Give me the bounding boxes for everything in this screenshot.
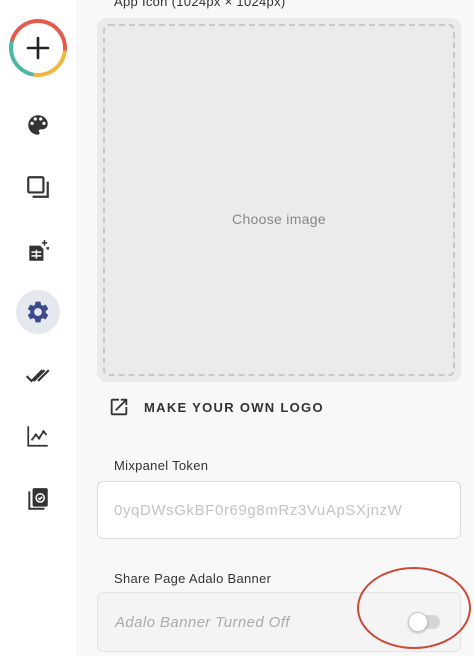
sidebar-item-settings[interactable] [16,290,60,334]
make-logo-label: MAKE YOUR OWN LOGO [144,399,324,415]
mixpanel-label: Mixpanel Token [114,458,209,473]
banner-toggle[interactable] [408,612,440,632]
screens-icon [27,176,49,198]
sidebar-item-database[interactable] [16,229,60,273]
add-button[interactable] [9,19,67,77]
banner-status-text: Adalo Banner Turned Off [115,614,290,631]
sidebar [0,0,78,656]
sidebar-item-branding[interactable] [16,103,60,147]
mixpanel-token-input[interactable] [97,481,461,539]
sidebar-item-analytics[interactable] [16,414,60,458]
database-icon [29,240,50,261]
add-icon [13,23,63,73]
palette-icon [28,115,48,135]
sidebar-item-screens[interactable] [16,165,60,209]
share-banner-label: Share Page Adalo Banner [114,571,272,586]
external-link-icon [110,398,128,416]
toggle-knob [408,612,428,632]
double-check-icon [25,369,50,383]
app-icon-label: App Icon (1024px × 1024px) [114,0,286,9]
analytics-icon [27,426,48,447]
sidebar-item-testing[interactable] [16,353,60,397]
share-banner-row: Adalo Banner Turned Off [97,592,461,652]
sidebar-item-publish[interactable] [16,477,60,521]
publish-icon [28,488,48,510]
gear-icon [27,301,49,323]
settings-panel: App Icon (1024px × 1024px) Choose image … [79,0,474,656]
choose-image-label: Choose image [232,211,326,227]
dropzone-border [103,24,455,376]
make-logo-link[interactable]: MAKE YOUR OWN LOGO [108,395,324,419]
app-icon-dropzone[interactable]: Choose image [97,18,461,382]
